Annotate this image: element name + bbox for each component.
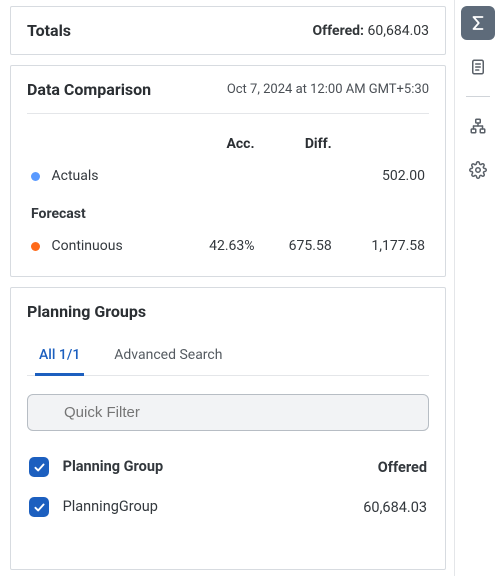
planning-tabs: All 1/1 Advanced Search	[27, 339, 429, 376]
row-checkbox[interactable]	[29, 497, 49, 517]
continuous-row: Continuous 42.63% 675.58 1,177.58	[27, 230, 429, 262]
hierarchy-icon	[469, 117, 487, 135]
totals-offered-label: Offered:	[313, 23, 364, 39]
tab-advanced-search[interactable]: Advanced Search	[110, 339, 226, 376]
totals-panel: Totals Offered: 60,684.03	[10, 6, 446, 55]
gear-icon	[469, 161, 487, 179]
settings-button[interactable]	[461, 153, 495, 187]
sigma-button[interactable]	[461, 6, 495, 40]
continuous-dot-icon	[31, 242, 40, 251]
right-sidebar	[454, 0, 500, 576]
sigma-icon	[469, 14, 487, 32]
actuals-dot-icon	[31, 172, 40, 181]
totals-offered-value: 60,684.03	[367, 23, 429, 39]
col-planning-group-header: Planning Group	[63, 458, 164, 475]
continuous-label: Continuous	[51, 238, 122, 254]
row-offered-value: 60,684.03	[297, 487, 429, 527]
forecast-label: Forecast	[27, 192, 429, 230]
data-comparison-timestamp: Oct 7, 2024 at 12:00 AM GMT+5:30	[227, 82, 429, 97]
actuals-label: Actuals	[51, 168, 98, 184]
document-icon	[469, 58, 487, 76]
quick-filter-input[interactable]	[27, 394, 429, 431]
sidebar-divider	[466, 96, 490, 97]
planning-groups-title: Planning Groups	[27, 302, 429, 321]
col-diff-header: Diff.	[259, 128, 336, 160]
table-row: PlanningGroup 60,684.03	[27, 487, 429, 527]
select-all-checkbox[interactable]	[29, 457, 49, 477]
hierarchy-button[interactable]	[461, 109, 495, 143]
totals-title: Totals	[27, 21, 71, 40]
data-comparison-panel: Data Comparison Oct 7, 2024 at 12:00 AM …	[10, 65, 446, 277]
data-comparison-table: Acc. Diff. Actuals 502.00 Forecast	[27, 128, 429, 262]
continuous-acc: 42.63%	[178, 230, 259, 262]
col-offered-header: Offered	[297, 447, 429, 487]
continuous-value: 1,177.58	[336, 230, 429, 262]
planning-groups-table: Planning Group Offered PlanningGroup 60,…	[27, 447, 429, 527]
continuous-diff: 675.58	[259, 230, 336, 262]
forecast-section: Forecast	[27, 192, 429, 230]
totals-offered: Offered: 60,684.03	[313, 23, 429, 39]
col-acc-header: Acc.	[178, 128, 259, 160]
row-planning-group-name: PlanningGroup	[63, 498, 158, 515]
data-comparison-title: Data Comparison	[27, 80, 151, 99]
actuals-row: Actuals 502.00	[27, 160, 429, 192]
document-button[interactable]	[461, 50, 495, 84]
planning-groups-panel: Planning Groups All 1/1 Advanced Search	[10, 287, 446, 570]
actuals-value: 502.00	[336, 160, 429, 192]
tab-all[interactable]: All 1/1	[35, 339, 84, 376]
